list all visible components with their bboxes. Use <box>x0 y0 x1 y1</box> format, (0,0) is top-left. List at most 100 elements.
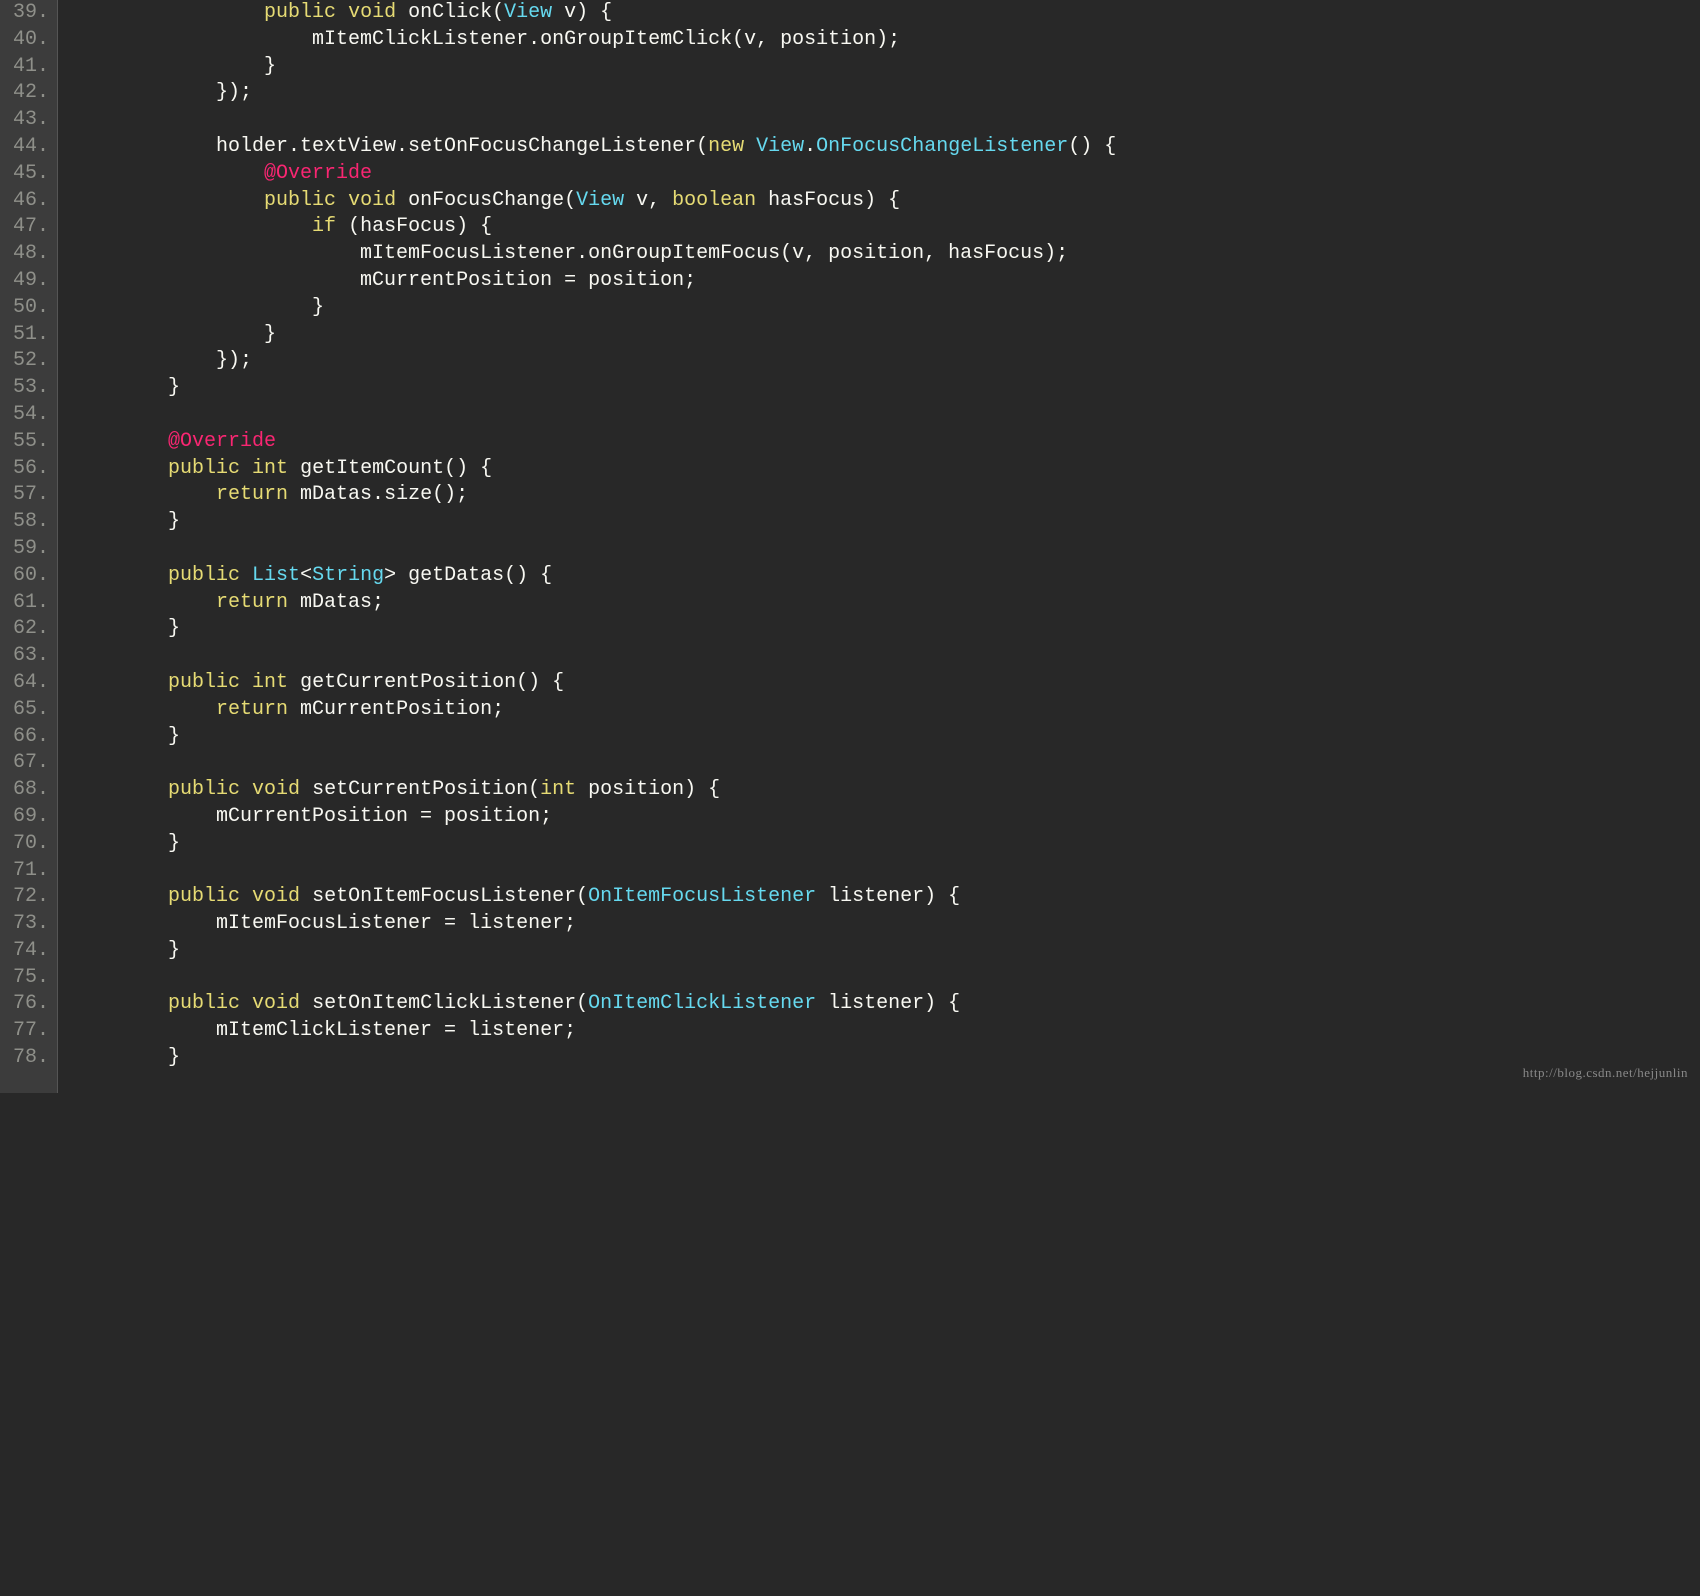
token-plain: getItemCount() { <box>288 457 492 480</box>
token-kw: int <box>540 778 576 801</box>
token-kw: public <box>264 189 336 212</box>
token-plain: } <box>72 1046 180 1069</box>
token-plain <box>72 483 216 506</box>
token-plain: } <box>72 510 180 533</box>
code-line[interactable]: public int getCurrentPosition() { <box>72 670 1700 697</box>
token-plain: mDatas; <box>288 591 384 614</box>
token-plain <box>72 671 168 694</box>
code-line[interactable]: public void onFocusChange(View v, boolea… <box>72 188 1700 215</box>
code-line[interactable]: @Override <box>72 429 1700 456</box>
code-line[interactable]: holder.textView.setOnFocusChangeListener… <box>72 134 1700 161</box>
code-editor[interactable]: 39.40.41.42.43.44.45.46.47.48.49.50.51.5… <box>0 0 1700 1093</box>
line-number: 46. <box>0 188 57 215</box>
code-line[interactable]: public void setOnItemClickListener(OnIte… <box>72 991 1700 1018</box>
token-plain: onClick( <box>396 1 504 24</box>
code-line[interactable]: } <box>72 509 1700 536</box>
code-line[interactable]: mItemFocusListener.onGroupItemFocus(v, p… <box>72 241 1700 268</box>
code-line[interactable]: } <box>72 54 1700 81</box>
line-number: 65. <box>0 697 57 724</box>
code-line[interactable] <box>72 402 1700 429</box>
token-plain <box>240 671 252 694</box>
code-line[interactable]: } <box>72 1045 1700 1072</box>
code-line[interactable]: mCurrentPosition = position; <box>72 804 1700 831</box>
token-plain: mItemFocusListener.onGroupItemFocus(v, p… <box>72 242 1068 265</box>
code-line[interactable]: return mCurrentPosition; <box>72 697 1700 724</box>
code-line[interactable]: return mDatas; <box>72 590 1700 617</box>
token-plain <box>72 778 168 801</box>
token-plain: setOnItemFocusListener( <box>300 885 588 908</box>
line-number: 68. <box>0 777 57 804</box>
line-number: 45. <box>0 161 57 188</box>
line-number: 51. <box>0 322 57 349</box>
code-line[interactable]: } <box>72 375 1700 402</box>
token-type: View <box>504 1 552 24</box>
line-number: 50. <box>0 295 57 322</box>
code-line[interactable]: } <box>72 831 1700 858</box>
token-plain <box>336 1 348 24</box>
line-number: 59. <box>0 536 57 563</box>
token-plain <box>72 162 264 185</box>
token-plain: hasFocus) { <box>756 189 900 212</box>
line-number: 66. <box>0 724 57 751</box>
token-plain <box>240 778 252 801</box>
token-type: OnItemFocusListener <box>588 885 816 908</box>
token-kw: new <box>708 135 744 158</box>
token-kw: public <box>168 992 240 1015</box>
token-kw: public <box>168 885 240 908</box>
line-number: 47. <box>0 214 57 241</box>
token-plain: }); <box>72 349 252 372</box>
line-number: 49. <box>0 268 57 295</box>
code-line[interactable]: if (hasFocus) { <box>72 214 1700 241</box>
line-number: 48. <box>0 241 57 268</box>
code-line[interactable] <box>72 858 1700 885</box>
code-line[interactable]: mItemClickListener.onGroupItemClick(v, p… <box>72 27 1700 54</box>
code-line[interactable]: public void onClick(View v) { <box>72 0 1700 27</box>
code-line[interactable]: public List<String> getDatas() { <box>72 563 1700 590</box>
line-number: 67. <box>0 750 57 777</box>
token-plain <box>72 698 216 721</box>
code-line[interactable]: public int getItemCount() { <box>72 456 1700 483</box>
line-number: 58. <box>0 509 57 536</box>
token-kw: boolean <box>672 189 756 212</box>
token-plain: v) { <box>552 1 612 24</box>
token-kw: void <box>348 1 396 24</box>
token-plain: mItemFocusListener = listener; <box>72 912 576 935</box>
code-line[interactable]: } <box>72 616 1700 643</box>
line-number: 70. <box>0 831 57 858</box>
token-type: OnFocusChangeListener <box>816 135 1068 158</box>
code-line[interactable]: }); <box>72 80 1700 107</box>
code-line[interactable]: } <box>72 322 1700 349</box>
token-plain <box>72 457 168 480</box>
code-line[interactable]: }); <box>72 348 1700 375</box>
code-line[interactable] <box>72 536 1700 563</box>
token-plain <box>72 992 168 1015</box>
code-line[interactable]: public void setOnItemFocusListener(OnIte… <box>72 884 1700 911</box>
code-line[interactable]: @Override <box>72 161 1700 188</box>
code-line[interactable]: mItemClickListener = listener; <box>72 1018 1700 1045</box>
code-line[interactable]: } <box>72 938 1700 965</box>
line-number: 52. <box>0 348 57 375</box>
code-line[interactable]: } <box>72 295 1700 322</box>
token-anno: @Override <box>264 162 372 185</box>
code-area[interactable]: public void onClick(View v) { mItemClick… <box>58 0 1700 1093</box>
line-number: 60. <box>0 563 57 590</box>
code-line[interactable] <box>72 965 1700 992</box>
code-line[interactable] <box>72 643 1700 670</box>
token-plain: } <box>72 323 276 346</box>
code-line[interactable]: public void setCurrentPosition(int posit… <box>72 777 1700 804</box>
line-number: 43. <box>0 107 57 134</box>
token-kw: void <box>252 885 300 908</box>
token-plain: listener) { <box>816 992 960 1015</box>
token-plain: mCurrentPosition = position; <box>72 805 552 828</box>
code-line[interactable] <box>72 750 1700 777</box>
token-kw: if <box>312 215 336 238</box>
code-line[interactable] <box>72 107 1700 134</box>
token-plain: }); <box>72 81 252 104</box>
token-plain: position) { <box>576 778 720 801</box>
code-line[interactable]: mCurrentPosition = position; <box>72 268 1700 295</box>
code-line[interactable]: mItemFocusListener = listener; <box>72 911 1700 938</box>
code-line[interactable]: } <box>72 724 1700 751</box>
token-plain: } <box>72 725 180 748</box>
code-line[interactable]: return mDatas.size(); <box>72 482 1700 509</box>
token-plain <box>240 564 252 587</box>
